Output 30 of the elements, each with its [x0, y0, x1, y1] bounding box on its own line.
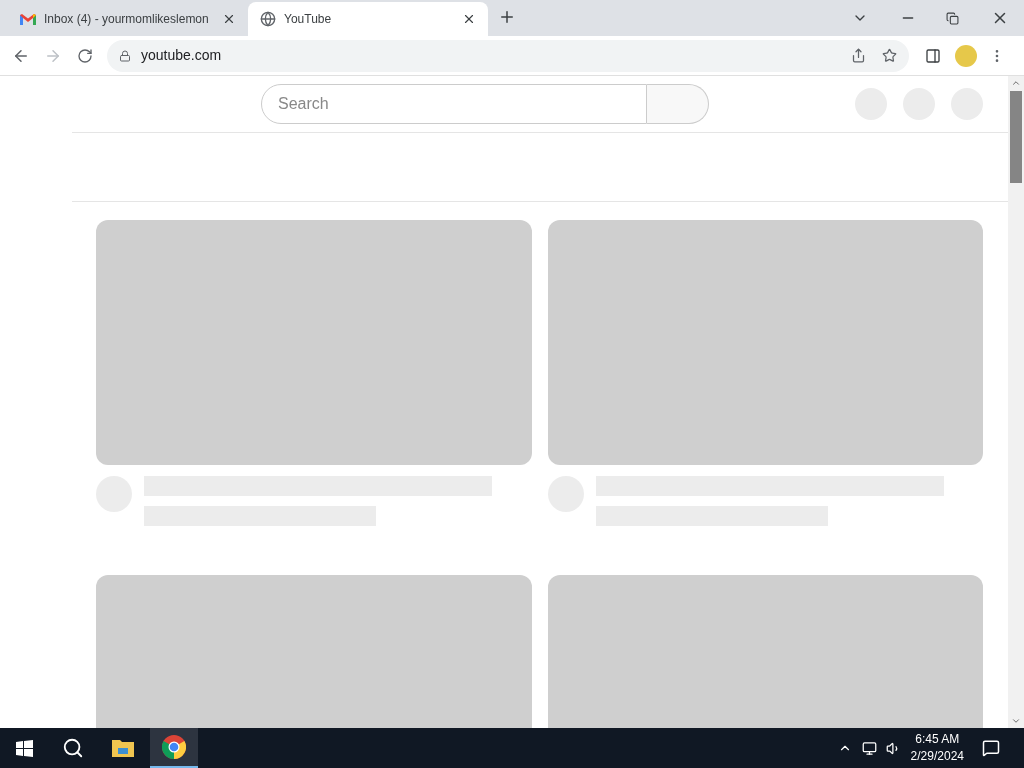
scrollbar[interactable]: [1008, 76, 1024, 728]
clock-date: 2/29/2024: [910, 748, 964, 765]
scroll-down-icon[interactable]: [1011, 716, 1021, 726]
share-icon[interactable]: [851, 48, 866, 63]
reload-icon[interactable]: [77, 47, 93, 64]
url-text: youtube.com: [141, 46, 222, 65]
mail-icon: [20, 13, 36, 25]
address-bar[interactable]: youtube.com: [107, 39, 909, 72]
folder-icon[interactable]: [112, 739, 134, 757]
restore-icon[interactable]: [946, 11, 959, 25]
chrome-icon: [162, 735, 186, 759]
globe-icon: [260, 11, 276, 27]
clock-time: 6:45 AM: [915, 731, 960, 748]
lock-icon: [119, 49, 131, 62]
search-icon[interactable]: [62, 737, 84, 759]
close-icon[interactable]: [462, 12, 476, 26]
side-panel-icon[interactable]: [925, 47, 941, 64]
search-field[interactable]: Search: [261, 84, 647, 124]
notifications-icon[interactable]: [982, 739, 1000, 757]
scrollbar-thumb[interactable]: [1010, 91, 1022, 183]
browser-tab[interactable]: YouTube: [248, 2, 488, 36]
tab-title: Inbox (4) - yourmomlikeslemon: [44, 11, 210, 28]
network-icon[interactable]: [861, 740, 877, 756]
taskbar-app[interactable]: [150, 728, 198, 768]
bookmark-star-icon[interactable]: [882, 48, 897, 63]
new-tab-icon[interactable]: [498, 8, 516, 26]
close-icon[interactable]: [222, 12, 236, 26]
windows-start-icon[interactable]: [16, 739, 33, 757]
scroll-up-icon[interactable]: [1011, 78, 1021, 88]
tab-title: YouTube: [284, 11, 333, 28]
